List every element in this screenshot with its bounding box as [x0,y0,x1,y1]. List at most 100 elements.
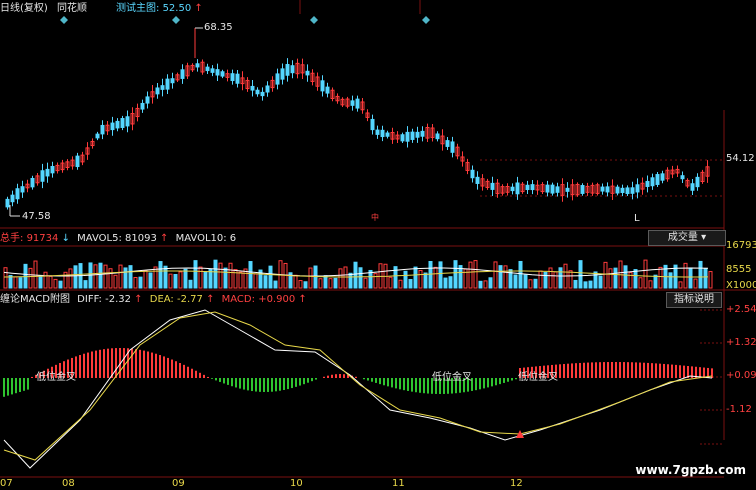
volume-bar [568,270,573,289]
volume-bar [338,268,343,289]
candlestick [100,124,105,135]
mavol10-label: MAVOL10: [175,233,227,244]
candlestick [180,69,185,79]
candlestick [630,187,635,194]
volume-total-label: 总手: [0,233,24,244]
candlestick [140,102,145,110]
volume-bar [558,267,563,289]
candlestick [155,87,160,95]
volume-bar [173,273,178,289]
volume-bar [518,260,523,289]
volume-bar [438,261,443,289]
volume-bar [678,281,683,289]
volume-bar [83,280,88,289]
volume-bar [248,261,253,289]
volume-bar [668,272,673,289]
volume-bar [478,280,483,289]
volume-bar [578,260,583,289]
candlestick [650,177,655,187]
candlestick [525,184,530,191]
volume-bar [503,265,508,289]
candlestick [475,176,480,184]
diamond-marker-icon [60,16,68,24]
volume-bar [483,280,488,289]
candlestick [355,98,360,109]
volume-bar [333,277,338,289]
volume-bar [488,277,493,289]
volume-bar [598,275,603,289]
candlestick [210,68,215,73]
volume-bar [128,265,133,289]
volume-total-value: 91734 [26,233,59,244]
volume-bar [708,271,713,289]
high-price-label: 68.35 [204,22,233,33]
volume-bar [183,268,188,289]
volume-bar [298,280,303,289]
volume-bar [528,279,533,289]
candlestick [645,180,650,187]
up-arrow-icon: ↑ [206,294,215,305]
volume-bar [468,261,473,289]
volume-bar [238,271,243,289]
volume-bar [228,262,233,289]
volume-bar [58,280,63,289]
volume-indicator-select[interactable]: 成交量 ▾ [648,230,726,246]
volume-bar [193,260,198,289]
candlestick [435,133,440,140]
candlestick [510,186,515,192]
volume-bar [178,271,183,289]
volume-bar [633,269,638,289]
volume-bar [123,267,128,289]
candlestick [655,174,660,185]
candlestick [15,188,20,200]
volume-bar [148,272,153,289]
up-arrow-icon: ↑ [160,233,169,244]
volume-bar [358,267,363,289]
volume-bar [653,274,658,289]
macd-label: MACD: [221,294,255,305]
volume-bar [268,265,273,289]
period-label[interactable]: 日线(复权) [0,3,48,14]
candlestick [145,96,150,104]
macd-axis-1: +2.54 [726,304,756,315]
volume-bar [553,271,558,289]
volume-bar [703,268,708,289]
volume-bar [273,280,278,289]
volume-bar [538,270,543,289]
volume-bar [543,271,548,289]
diamond-marker-icon [172,16,180,24]
down-arrow-icon: ↓ [61,233,70,244]
candlestick [625,187,630,195]
indicator-help-button[interactable]: 指标说明 [666,292,722,308]
candlestick [115,120,120,129]
volume-bar [403,270,408,289]
volume-bar [638,277,643,289]
candlestick [695,176,700,188]
candlestick [470,169,475,179]
candlestick [445,140,450,147]
diamond-marker-icon [422,16,430,24]
volume-bar [308,267,313,289]
candlestick [255,89,260,95]
volume-bar [418,269,423,289]
volume-bar [133,276,138,289]
volume-bar [373,273,378,289]
candlestick [160,85,165,90]
date-tick: 08 [62,478,75,489]
volume-bar [18,277,23,289]
dea-value: -2.77 [177,294,203,305]
low-price-label: 47.58 [22,211,51,222]
candlestick [375,129,380,135]
volume-bar [118,264,123,289]
volume-bar [138,276,143,289]
volume-bar [648,280,653,289]
volume-bar [38,274,43,289]
volume-bar [213,259,218,289]
candlestick [165,78,170,90]
volume-bar [443,277,448,289]
candlestick [415,131,420,138]
volume-bar [693,278,698,289]
candlestick [660,173,665,181]
candlestick [40,170,45,182]
candlestick [680,175,685,180]
